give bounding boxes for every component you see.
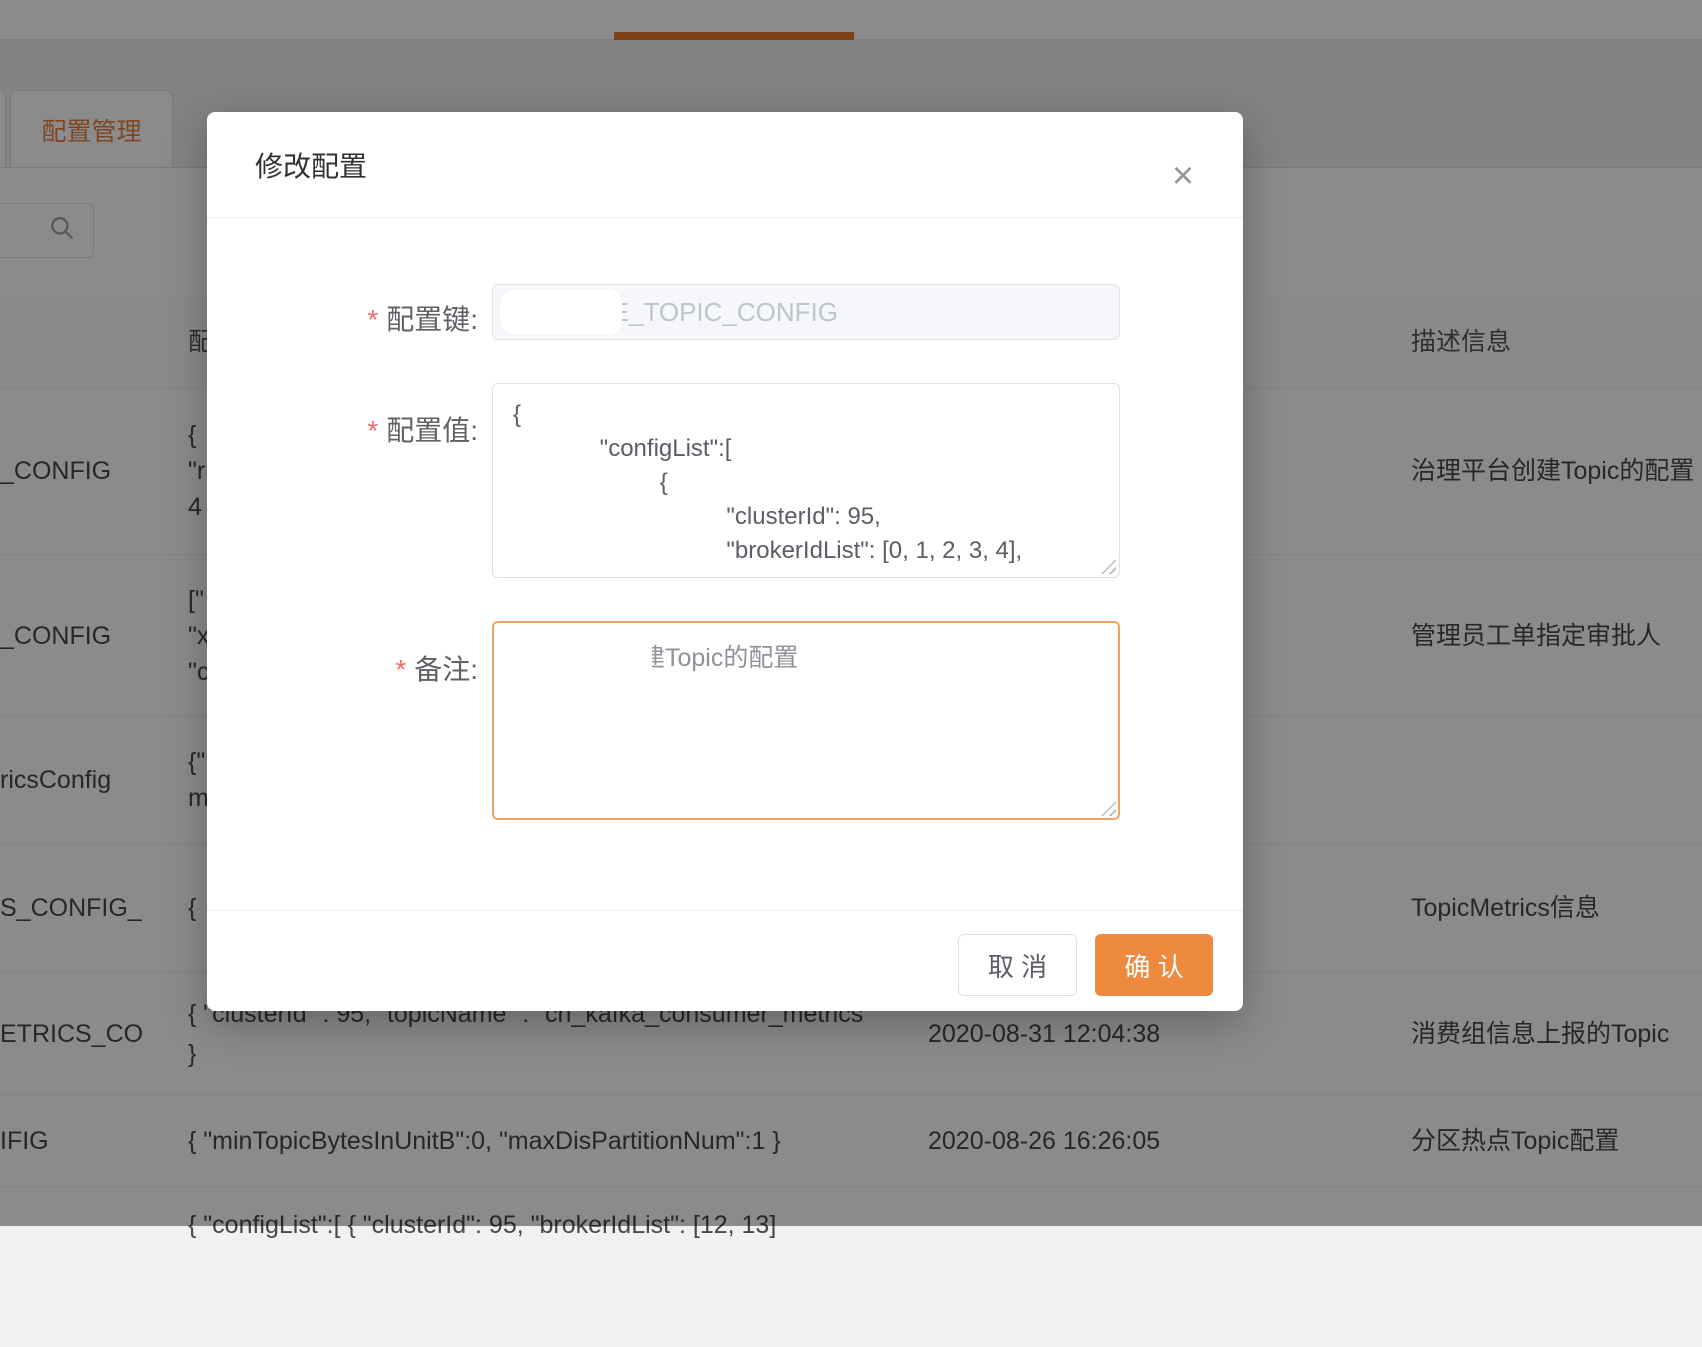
config-value-label: *配置值: — [278, 409, 478, 449]
dialog-title: 修改配置 — [255, 145, 367, 185]
remark-field-wrap: 建Topic的配置 — [492, 621, 1120, 820]
required-asterisk: * — [367, 304, 378, 335]
remark-label: *备注: — [278, 648, 478, 688]
redaction-blob — [500, 289, 622, 335]
cancel-button[interactable]: 取 消 — [958, 934, 1077, 996]
required-asterisk: * — [367, 415, 378, 446]
config-key-field-wrap — [492, 284, 1120, 340]
dialog-header: 修改配置 × — [207, 112, 1243, 218]
required-asterisk: * — [395, 654, 406, 685]
close-icon[interactable]: × — [1163, 158, 1203, 198]
config-value-textarea[interactable]: { "configList":[ { "clusterId": 95, "bro… — [492, 383, 1120, 578]
redaction-blob — [495, 624, 652, 688]
config-key-label: *配置键: — [278, 298, 478, 338]
edit-config-dialog: 修改配置 × *配置键: *配置值: { "configList":[ { "c… — [207, 112, 1243, 1011]
config-value-field-wrap: { "configList":[ { "clusterId": 95, "bro… — [492, 383, 1120, 578]
dialog-footer: 取 消 确 认 — [207, 910, 1243, 1011]
confirm-button[interactable]: 确 认 — [1095, 934, 1213, 996]
